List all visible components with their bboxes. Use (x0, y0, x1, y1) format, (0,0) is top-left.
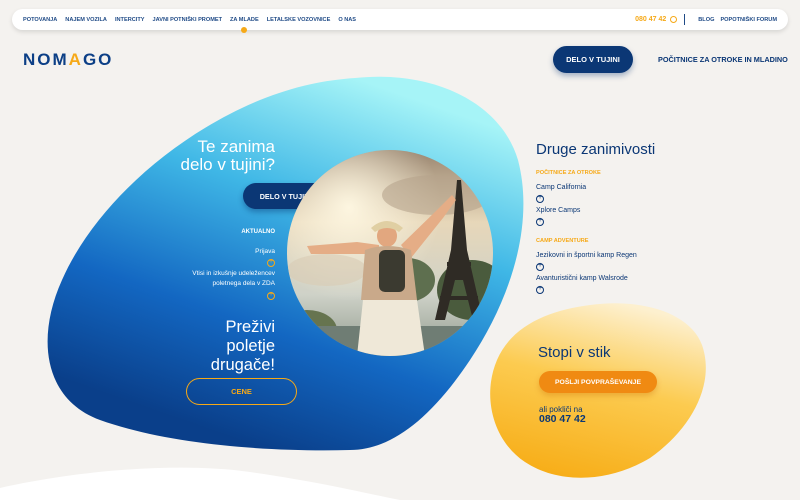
nav-forum-link[interactable]: POPOTNIŠKI FORUM (720, 17, 777, 23)
bottom-wave (0, 467, 400, 500)
link-camp-california[interactable]: Camp California (536, 184, 586, 191)
plus-icon[interactable] (536, 194, 544, 203)
send-inquiry-button[interactable]: POŠLJI POVPRAŠEVANJE (539, 371, 657, 393)
news-item[interactable]: Prijava (175, 247, 275, 257)
category-kids-holidays: POČITNICE ZA OTROKE (536, 170, 601, 176)
work-abroad-header-button[interactable]: DELO V TUJINI (553, 46, 633, 73)
link-walsrode-camp[interactable]: Avanturistični kamp Walsrode (536, 275, 628, 282)
news-item[interactable]: Vtisi in izkušnje udeležencev poletnega … (175, 269, 275, 289)
slogan-line1: Preživi (225, 318, 275, 336)
news-item-title-cont: poletnega dela v ZDA (212, 280, 275, 287)
hero-photo (287, 150, 493, 356)
nav-item-o-nas[interactable]: O NAS (338, 17, 356, 23)
nav-blog-link[interactable]: BLOG (698, 17, 714, 23)
plus-icon[interactable] (267, 258, 275, 267)
logo-text-accent: A (68, 50, 83, 69)
nav-utilities: 080 47 42 BLOG POPOTNIŠKI FORUM (635, 9, 788, 30)
contact-phone[interactable]: 080 47 42 (539, 413, 586, 425)
logo-text-start: NOM (23, 50, 69, 69)
top-navigation: POTOVANJA NAJEM VOZILA INTERCITY JAVNI P… (12, 9, 788, 33)
hero-slogan: Preživi poletje drugače! (170, 318, 275, 375)
slogan-line2: poletje (226, 337, 275, 355)
link-regen-camp[interactable]: Jezikovni in športni kamp Regen (536, 252, 637, 259)
nav-item-intercity[interactable]: INTERCITY (115, 17, 145, 23)
plus-icon[interactable] (536, 217, 544, 226)
hero-title-line2: delo v tujini? (180, 155, 275, 174)
kids-holidays-link[interactable]: POČITNICE ZA OTROKE IN MLADINO (658, 55, 788, 64)
nav-item-za-mlade[interactable]: ZA MLADE (230, 17, 259, 33)
nav-divider (684, 14, 686, 25)
nav-item-javni-potniski-promet[interactable]: JAVNI POTNIŠKI PROMET (152, 17, 222, 23)
phone-icon[interactable] (670, 16, 678, 23)
other-interests-title: Druge zanimivosti (536, 141, 656, 158)
plus-icon[interactable] (536, 285, 544, 294)
nav-item-potovanja[interactable]: POTOVANJA (23, 17, 57, 23)
logo-text-end: GO (82, 50, 114, 69)
nav-phone-number[interactable]: 080 47 42 (635, 16, 666, 23)
nav-item-najem-vozila[interactable]: NAJEM VOZILA (65, 17, 107, 23)
news-item-title: Vtisi in izkušnje udeležencev (192, 270, 275, 277)
slogan-line3: drugače! (210, 356, 275, 374)
prices-button[interactable]: CENE (186, 378, 297, 405)
hero-title-line1: Te zanima (197, 137, 275, 156)
contact-title: Stopi v stik (538, 344, 611, 361)
nav-menu: POTOVANJA NAJEM VOZILA INTERCITY JAVNI P… (12, 9, 364, 33)
category-camp-adventure: CAMP ADVENTURE (536, 238, 589, 244)
news-heading: AKTUALNO (241, 229, 275, 235)
nav-item-letalske-vozovnice[interactable]: LETALSKE VOZOVNICE (267, 17, 331, 23)
nomago-logo[interactable]: NOMAGO (23, 50, 113, 70)
woman-eiffel-tower-image (287, 150, 493, 356)
hero-title: Te zanima delo v tujini? (150, 138, 275, 174)
plus-icon[interactable] (267, 291, 275, 300)
link-xplore-camps[interactable]: Xplore Camps (536, 207, 580, 214)
news-item-title: Prijava (255, 248, 275, 255)
plus-icon[interactable] (536, 262, 544, 271)
